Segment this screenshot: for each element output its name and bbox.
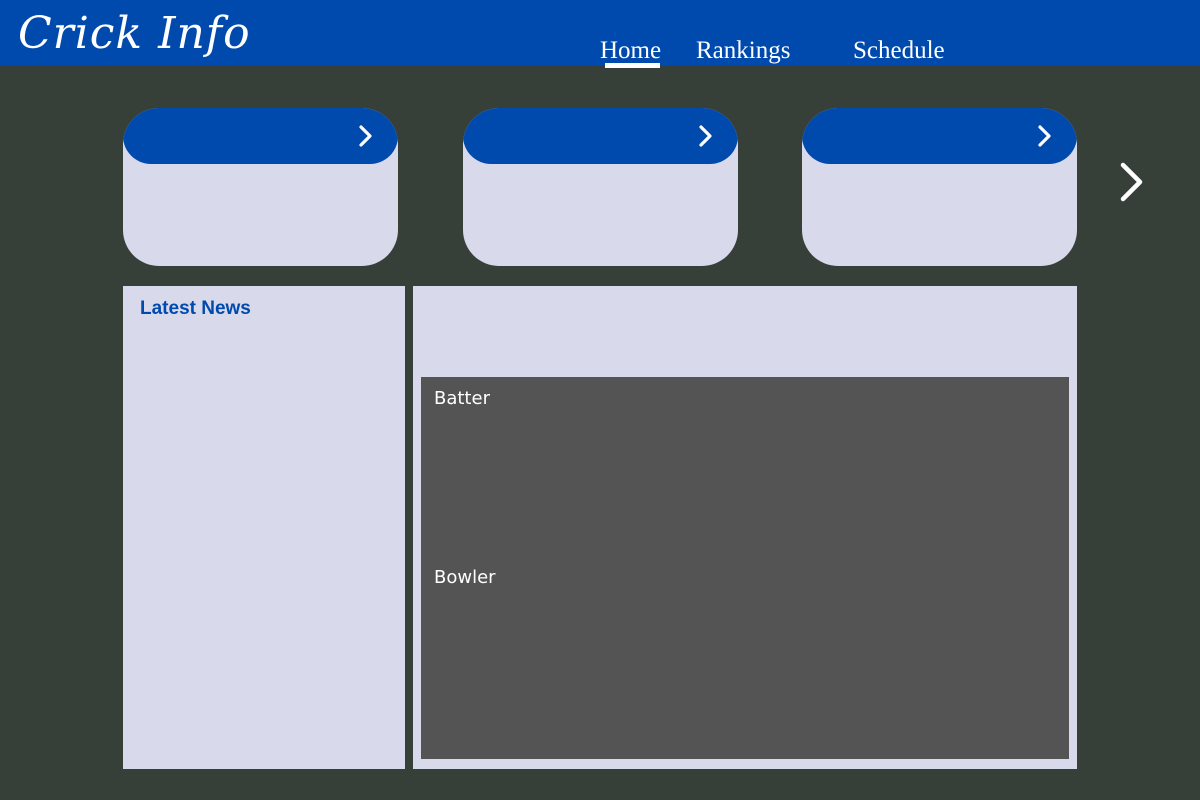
latest-news-panel: Latest News	[123, 286, 405, 769]
nav-item-rankings[interactable]: Rankings	[696, 34, 790, 68]
match-detail-panel: Batter Bowler	[413, 286, 1077, 769]
top-navigation-bar: Crick Info Home Rankings Schedule	[0, 0, 1200, 68]
chevron-right-icon[interactable]	[694, 125, 716, 147]
chevron-right-icon[interactable]	[354, 125, 376, 147]
batter-label: Batter	[434, 388, 490, 409]
app-logo[interactable]: Crick Info	[18, 6, 251, 62]
match-card-1[interactable]	[123, 108, 398, 266]
match-card-2-header[interactable]	[463, 108, 738, 164]
latest-news-title: Latest News	[140, 298, 251, 319]
match-card-1-header[interactable]	[123, 108, 398, 164]
scorecard-box: Batter Bowler	[421, 377, 1069, 759]
chevron-right-icon[interactable]	[1033, 125, 1055, 147]
nav-item-schedule[interactable]: Schedule	[853, 34, 945, 68]
match-card-2[interactable]	[463, 108, 738, 266]
match-card-3-header[interactable]	[802, 108, 1077, 164]
carousel-next-icon[interactable]	[1114, 160, 1148, 204]
active-nav-indicator	[605, 63, 660, 68]
bowler-label: Bowler	[434, 567, 496, 588]
match-card-3[interactable]	[802, 108, 1077, 266]
